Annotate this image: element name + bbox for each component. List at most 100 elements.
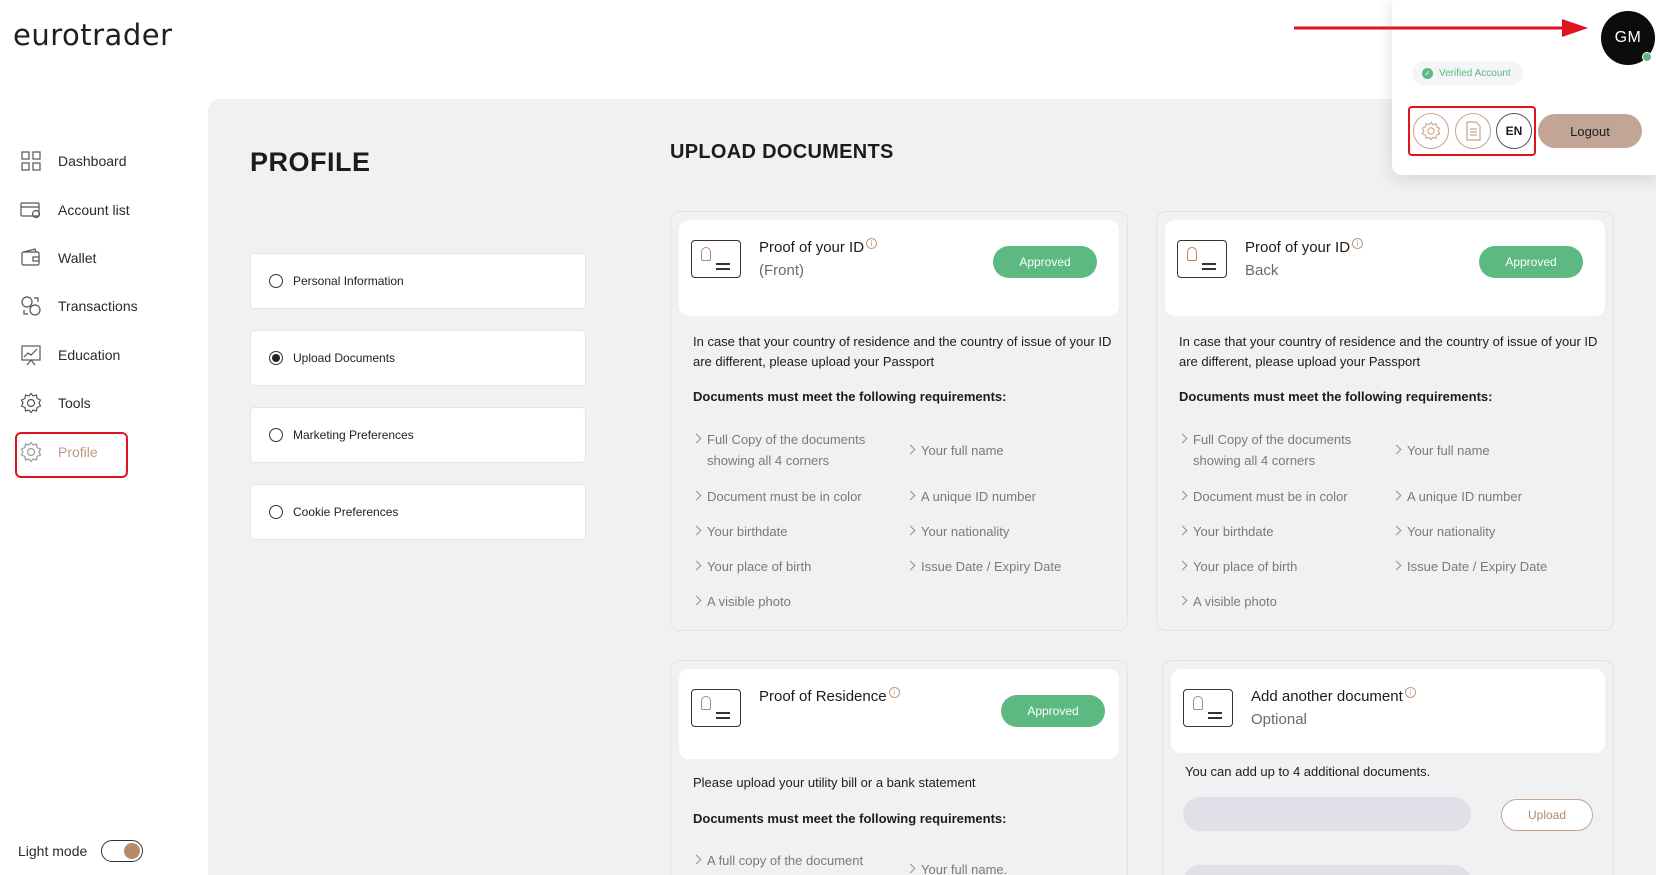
menu-option-label: Personal Information xyxy=(293,274,404,288)
card-header: Proof of your ID i (Front) Approved xyxy=(679,220,1119,316)
section-title: UPLOAD DOCUMENTS xyxy=(670,141,894,163)
sidebar-item-tools[interactable]: Tools xyxy=(20,388,190,418)
card-subtitle: (Front) xyxy=(759,262,804,279)
card-description: Please upload your utility bill or a ban… xyxy=(693,775,976,790)
toggle-knob xyxy=(124,843,141,859)
upload-button[interactable]: Upload xyxy=(1501,799,1593,831)
requirement-item: A full copy of the document xyxy=(693,850,883,871)
profile-highlight-box xyxy=(15,432,128,478)
gear-icon xyxy=(1421,121,1441,141)
requirement-item: Full Copy of the documents showing all 4… xyxy=(1179,429,1369,471)
card-title: Proof of Residence i xyxy=(759,687,900,705)
requirement-item: Your place of birth xyxy=(1179,556,1379,577)
sidebar-item-label: Wallet xyxy=(58,250,97,266)
menu-option-cookie-preferences[interactable]: Cookie Preferences xyxy=(250,484,586,540)
card-title: Proof of your ID i xyxy=(759,238,878,256)
education-chart-icon xyxy=(21,345,41,366)
info-icon[interactable]: i xyxy=(866,238,878,249)
requirements-title: Documents must meet the following requir… xyxy=(693,811,1007,826)
menu-option-label: Marketing Preferences xyxy=(293,428,414,442)
tools-gear-icon xyxy=(20,392,42,414)
logout-button[interactable]: Logout xyxy=(1538,114,1642,148)
status-badge: Approved xyxy=(1001,695,1105,727)
sidebar-item-education[interactable]: Education xyxy=(20,340,190,370)
info-icon[interactable]: i xyxy=(1404,687,1416,698)
menu-option-label: Upload Documents xyxy=(293,351,396,365)
id-card-icon xyxy=(691,240,741,278)
document-card-id-front: Proof of your ID i (Front) Approved In ca… xyxy=(670,211,1128,631)
card-header: Proof of your ID i Back Approved xyxy=(1165,220,1605,316)
light-mode-label: Light mode xyxy=(18,843,88,859)
requirement-item: A unique ID number xyxy=(1393,486,1593,507)
requirement-item: Your nationality xyxy=(907,521,1107,542)
profile-panel: PROFILE Personal Information Upload Docu… xyxy=(208,99,628,875)
requirements-title: Documents must meet the following requir… xyxy=(693,389,1007,404)
document-card-id-back: Proof of your ID i Back Approved In case … xyxy=(1156,211,1614,631)
menu-option-marketing-preferences[interactable]: Marketing Preferences xyxy=(250,407,586,463)
radio-button[interactable] xyxy=(269,505,283,519)
document-icon xyxy=(1466,121,1481,141)
requirement-item: Your full name xyxy=(1393,440,1593,461)
requirement-item: Your birthdate xyxy=(693,521,893,542)
id-card-icon xyxy=(1183,689,1233,727)
menu-option-upload-documents[interactable]: Upload Documents xyxy=(250,330,586,386)
online-status-dot xyxy=(1642,52,1652,62)
sidebar-item-label: Education xyxy=(58,347,121,363)
menu-option-personal-information[interactable]: Personal Information xyxy=(250,253,586,309)
card-subtitle: Optional xyxy=(1251,711,1307,728)
dashboard-grid-icon xyxy=(21,151,41,171)
menu-option-label: Cookie Preferences xyxy=(293,505,399,519)
check-icon: ✓ xyxy=(1422,67,1433,79)
sidebar-item-transactions[interactable]: Transactions xyxy=(20,291,190,321)
light-mode-toggle-row: Light mode xyxy=(18,840,144,862)
documents-button[interactable] xyxy=(1455,113,1491,149)
requirement-item: A unique ID number xyxy=(907,486,1107,507)
light-mode-toggle[interactable] xyxy=(101,840,144,862)
requirement-item: Document must be in color xyxy=(1179,486,1379,507)
id-card-icon xyxy=(1177,240,1227,278)
card-description: In case that your country of residence a… xyxy=(1179,334,1598,369)
radio-button[interactable] xyxy=(269,274,283,288)
status-badge: Approved xyxy=(993,246,1097,278)
sidebar-item-label: Tools xyxy=(58,395,91,411)
requirement-item: Your full name xyxy=(907,440,1107,461)
annotation-arrow-icon xyxy=(1294,19,1588,37)
settings-button[interactable] xyxy=(1413,113,1449,149)
sidebar-item-label: Transactions xyxy=(58,298,138,314)
sidebar-item-label: Account list xyxy=(58,202,130,218)
requirement-item: Your birthdate xyxy=(1179,521,1379,542)
requirement-item: Your place of birth xyxy=(693,556,893,577)
radio-button[interactable] xyxy=(269,428,283,442)
card-subtitle: Back xyxy=(1245,262,1279,279)
card-header: Proof of Residence i Approved xyxy=(679,669,1119,759)
requirement-item: A visible photo xyxy=(1179,591,1379,612)
requirement-item: Your nationality xyxy=(1393,521,1593,542)
sidebar-item-dashboard[interactable]: Dashboard xyxy=(20,146,190,176)
requirement-item: Document must be in color xyxy=(693,486,893,507)
language-button[interactable]: EN xyxy=(1496,113,1532,149)
card-description: In case that your country of residence a… xyxy=(693,334,1112,369)
upload-file-field[interactable] xyxy=(1183,797,1471,831)
upload-documents-section: UPLOAD DOCUMENTS Proof of your ID i (Fron… xyxy=(628,99,1656,875)
card-header: Add another document i Optional xyxy=(1171,669,1605,753)
id-card-icon xyxy=(691,689,741,727)
transactions-icon xyxy=(21,296,41,316)
card-description: You can add up to 4 additional documents… xyxy=(1185,764,1431,779)
sidebar-item-account-list[interactable]: Account list xyxy=(20,195,190,225)
account-card-icon xyxy=(20,202,41,219)
sidebar-item-label: Dashboard xyxy=(58,153,127,169)
upload-file-field[interactable] xyxy=(1183,865,1471,875)
verified-account-badge: ✓ Verified Account xyxy=(1412,61,1523,85)
radio-button-selected[interactable] xyxy=(269,351,283,365)
card-title: Add another document i xyxy=(1251,687,1416,705)
info-icon[interactable]: i xyxy=(888,687,900,698)
requirement-item: Issue Date / Expiry Date xyxy=(1393,556,1593,577)
sidebar-item-wallet[interactable]: Wallet xyxy=(20,243,190,273)
eurotrader-logo[interactable]: eurotrader xyxy=(13,18,173,52)
requirements-title: Documents must meet the following requir… xyxy=(1179,389,1493,404)
requirement-item: Full Copy of the documents showing all 4… xyxy=(693,429,883,471)
card-title: Proof of your ID i xyxy=(1245,238,1364,256)
wallet-icon xyxy=(21,248,40,266)
document-card-additional: Add another document i Optional You can a… xyxy=(1162,660,1614,875)
info-icon[interactable]: i xyxy=(1352,238,1364,249)
